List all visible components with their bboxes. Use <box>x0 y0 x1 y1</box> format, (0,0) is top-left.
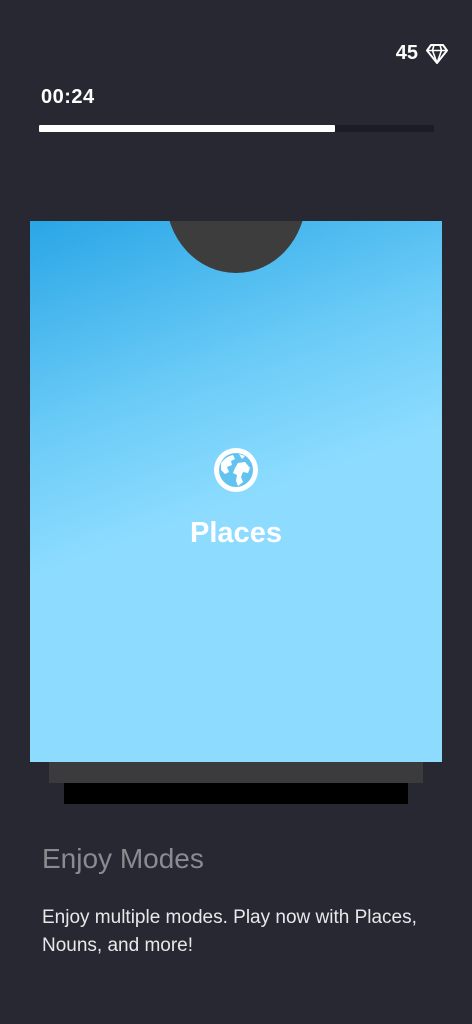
card-title: Places <box>190 517 282 549</box>
gem-counter[interactable]: 45 <box>396 42 448 65</box>
globe-icon <box>214 448 258 492</box>
progress-bar <box>39 125 434 132</box>
mode-card[interactable]: Places <box>30 221 442 762</box>
section-description: Enjoy multiple modes. Play now with Plac… <box>42 907 417 956</box>
card-notch <box>166 221 306 273</box>
progress-fill <box>39 125 336 132</box>
section-title: Enjoy Modes <box>42 843 204 874</box>
timer: 00:24 <box>41 86 95 108</box>
diamond-icon <box>426 43 448 64</box>
gem-count: 45 <box>395 42 418 64</box>
